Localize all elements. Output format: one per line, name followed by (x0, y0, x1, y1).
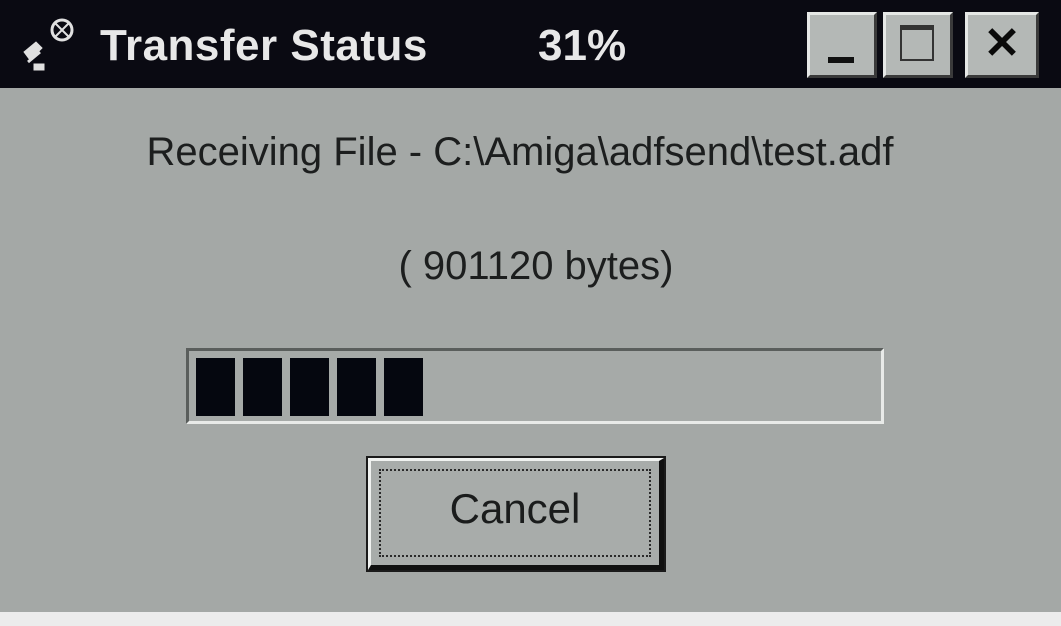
receiving-file-text: Receiving File - C:\Amiga\adfsend\test.a… (146, 130, 894, 174)
progress-block (196, 358, 235, 416)
maximize-icon (900, 25, 934, 61)
progress-fill (196, 358, 423, 416)
maximize-button[interactable] (883, 12, 953, 78)
window-title: Transfer Status (100, 21, 428, 70)
title-bar[interactable]: Transfer Status 31% ✕ (0, 0, 1061, 88)
window-bottom-edge (0, 612, 1061, 626)
file-size-text: ( 901120 bytes) (398, 244, 674, 288)
transfer-status-window: Transfer Status 31% ✕ Receiving File - C… (0, 0, 1061, 626)
minimize-icon (828, 57, 854, 63)
progress-block (337, 358, 376, 416)
close-icon: ✕ (983, 19, 1021, 68)
progress-block (243, 358, 282, 416)
progress-block (290, 358, 329, 416)
minimize-button[interactable] (807, 12, 877, 78)
progress-bar (186, 348, 884, 424)
progress-block (384, 358, 423, 416)
close-button[interactable]: ✕ (965, 12, 1039, 78)
transfer-icon (23, 18, 74, 71)
cancel-button-label: Cancel (449, 485, 581, 532)
cancel-button[interactable]: Cancel (366, 456, 666, 572)
title-percent: 31% (538, 21, 627, 70)
